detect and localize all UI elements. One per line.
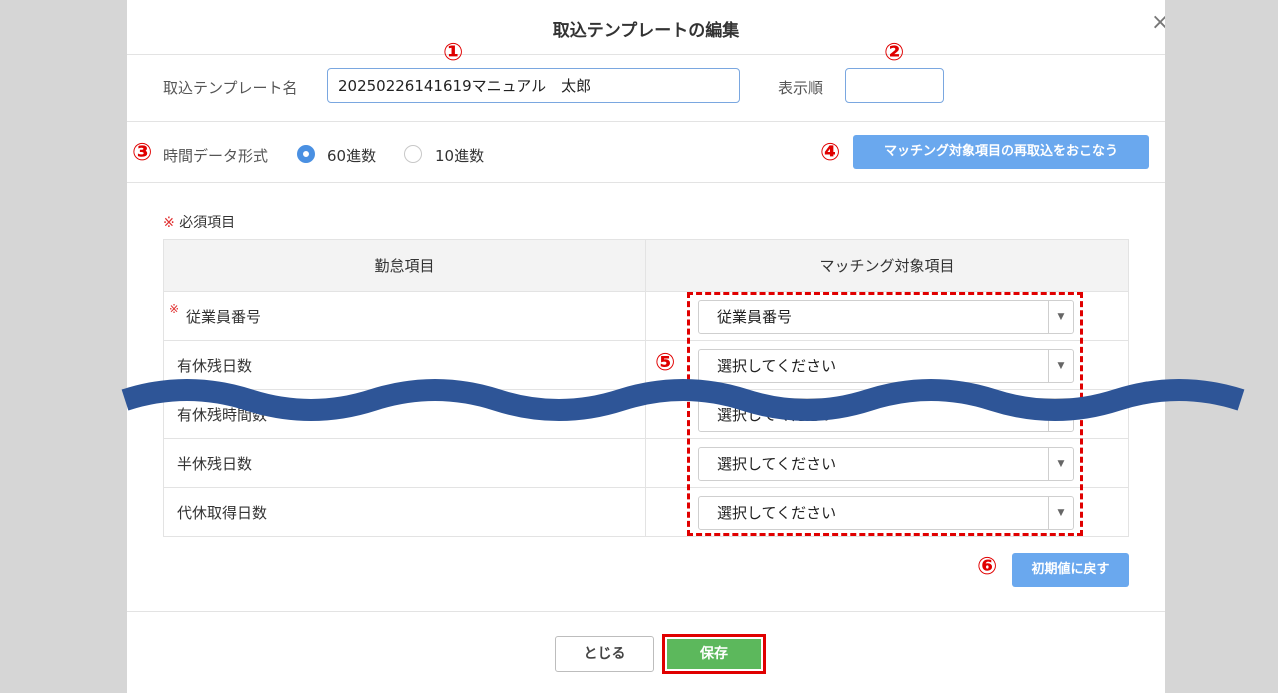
dialog-title: 取込テンプレートの編集 [552,21,740,41]
annotation-4: ④ [820,138,841,166]
header-matching-item: マッチング対象項目 [645,239,1129,292]
save-button[interactable]: 保存 [667,639,761,669]
radio-10-base-label[interactable]: 10進数 [435,145,484,166]
divider [127,121,1165,122]
template-name-label: 取込テンプレート名 [163,79,298,97]
annotation-5: ⑤ [655,348,676,376]
required-mark: ※ [163,215,175,231]
required-items-text: 必須項目 [179,215,236,231]
divider [127,611,1165,612]
required-items-label: ※ 必須項目 [163,212,235,232]
time-format-label: 時間データ形式 [163,147,269,165]
item-cell: 半休残日数 [163,438,646,488]
annotation-3: ③ [132,138,153,166]
reset-defaults-button[interactable]: 初期値に戻す [1012,553,1129,587]
annotation-1: ① [443,38,464,66]
divider [127,54,1165,55]
table-header-row: 勤怠項目 マッチング対象項目 [163,239,1129,292]
display-order-label: 表示順 [778,79,824,97]
radio-60-base[interactable] [297,145,315,163]
item-label: 有休残日数 [177,356,253,375]
item-cell: 代休取得日数 [163,487,646,537]
close-icon[interactable]: × [1151,12,1165,34]
item-cell: 有休残日数 [163,340,646,390]
edit-template-dialog: 取込テンプレートの編集 × 取込テンプレート名 ① 表示順 ② ③ 時間データ形… [127,0,1165,693]
template-name-input[interactable] [327,68,740,103]
radio-60-base-label[interactable]: 60進数 [327,145,376,166]
item-cell: ※ 従業員番号 [163,291,646,341]
save-highlight-box: 保存 [662,634,766,674]
item-label: 有休残時間数 [177,405,268,424]
radio-10-base[interactable] [404,145,422,163]
close-button[interactable]: とじる [555,636,654,672]
required-mark: ※ [169,302,180,316]
header-attendance-item: 勤怠項目 [163,239,646,292]
display-order-input[interactable] [845,68,944,103]
rematch-button[interactable]: マッチング対象項目の再取込をおこなう [853,135,1149,169]
divider [127,182,1165,183]
item-cell: 有休残時間数 [163,389,646,439]
item-label: 代休取得日数 [177,503,268,522]
item-label: 従業員番号 [186,307,262,326]
item-label: 半休残日数 [177,454,253,473]
annotation-6: ⑥ [977,552,998,580]
annotation-2: ② [884,38,905,66]
annotation-highlight-box [687,292,1083,536]
